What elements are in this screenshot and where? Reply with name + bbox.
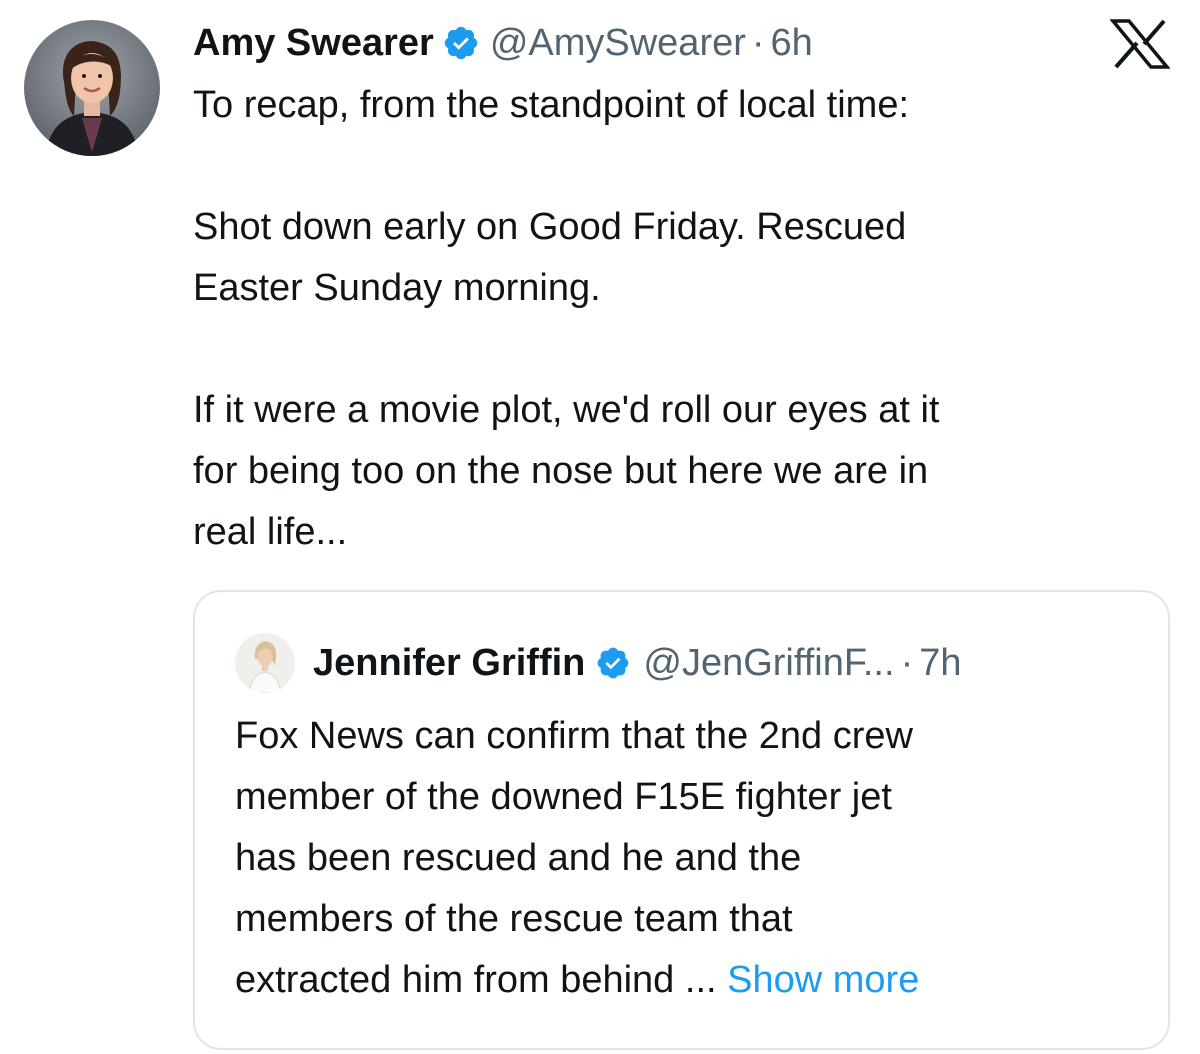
show-more-link[interactable]: Show more bbox=[727, 959, 919, 1001]
quoted-text-line: has been rescued and he and the bbox=[235, 837, 802, 879]
author-name[interactable]: Amy Swearer bbox=[193, 22, 434, 65]
tweet-header: Amy Swearer @AmySwearer · 6h bbox=[193, 14, 813, 72]
author-handle[interactable]: @AmySwearer bbox=[490, 22, 746, 65]
quoted-text-line: members of the rescue team that bbox=[235, 898, 793, 940]
quoted-author-name[interactable]: Jennifer Griffin bbox=[313, 642, 585, 685]
tweet-timestamp[interactable]: 6h bbox=[771, 22, 813, 65]
separator-dot: · bbox=[900, 641, 914, 684]
quoted-text-line-last: extracted him from behind ... Show more bbox=[235, 950, 1135, 1011]
quoted-author-handle[interactable]: @JenGriffinF... bbox=[643, 642, 894, 685]
quoted-tweet-timestamp[interactable]: 7h bbox=[919, 642, 961, 685]
quoted-tweet-header: Jennifer Griffin @JenGriffinF... · 7h bbox=[235, 632, 962, 694]
verified-badge-icon bbox=[442, 24, 480, 62]
verified-badge-icon bbox=[595, 645, 631, 681]
quoted-author-photo bbox=[235, 633, 295, 693]
quoted-text-line: member of the downed F15E fighter jet bbox=[235, 776, 892, 818]
quoted-tweet-text: Fox News can confirm that the 2nd crew m… bbox=[235, 706, 1135, 1011]
author-photo bbox=[24, 20, 160, 156]
truncation-ellipsis: ... bbox=[684, 959, 717, 1001]
author-avatar[interactable] bbox=[24, 20, 160, 156]
quoted-tweet-card[interactable]: Jennifer Griffin @JenGriffinF... · 7h Fo… bbox=[193, 590, 1170, 1050]
quoted-text-fragment: extracted him from behind bbox=[235, 959, 675, 1001]
tweet-text: To recap, from the standpoint of local t… bbox=[193, 84, 940, 553]
x-logo-icon[interactable] bbox=[1109, 18, 1171, 70]
quoted-text-line: Fox News can confirm that the 2nd crew bbox=[235, 715, 913, 757]
separator-dot: · bbox=[751, 21, 765, 64]
quoted-author-avatar[interactable] bbox=[235, 633, 295, 693]
